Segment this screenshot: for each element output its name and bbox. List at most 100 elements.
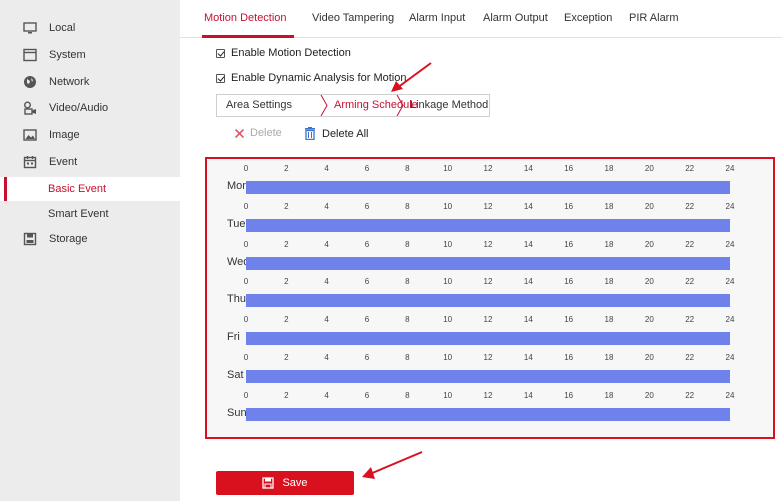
enable-dynamic-analysis-checkbox[interactable]: Enable Dynamic Analysis for Motion	[216, 72, 406, 84]
hour-tick-label: 12	[483, 390, 493, 400]
sidebar-item-local[interactable]: Local	[0, 15, 180, 41]
hour-tick-label: 24	[725, 164, 735, 173]
hour-tick-label: 0	[243, 277, 249, 287]
delete-all-button[interactable]: Delete All	[304, 127, 368, 140]
tab-motion-detection[interactable]: Motion Detection	[204, 12, 287, 24]
hour-tick-label: 18	[604, 164, 614, 173]
schedule-bar-sun[interactable]	[246, 407, 730, 421]
sidebar-item-smart-event[interactable]: Smart Event	[0, 202, 180, 226]
hour-tick-label: 18	[604, 277, 614, 287]
sub-tab-arming-schedule[interactable]: Arming Schedule	[334, 95, 418, 116]
sidebar-item-system[interactable]: System	[0, 42, 180, 68]
hour-tick-label: 16	[564, 201, 574, 211]
hour-tick-label: 18	[604, 390, 614, 400]
hour-tick-label: 6	[364, 390, 370, 400]
hour-tick-label: 14	[523, 201, 533, 211]
sidebar-item-label: Smart Event	[48, 208, 109, 220]
enable-motion-detection-checkbox[interactable]: Enable Motion Detection	[216, 47, 351, 59]
hour-tick-label: 2	[284, 164, 289, 173]
hour-tick-label: 2	[284, 315, 289, 325]
checkbox-checked[interactable]	[216, 48, 225, 58]
save-button[interactable]: Save	[216, 471, 354, 495]
hour-tick-label: 20	[644, 390, 654, 400]
hour-tick-label: 8	[405, 201, 410, 211]
hour-tick-label: 8	[405, 164, 410, 173]
schedule-bar-tue[interactable]	[246, 218, 730, 232]
day-label-fri: Fri	[227, 331, 240, 344]
chevron-divider-icon	[320, 95, 328, 116]
sub-tab-area-settings[interactable]: Area Settings	[226, 95, 292, 116]
hour-tick-label: 6	[364, 239, 370, 249]
schedule-bar-thu[interactable]	[246, 294, 730, 308]
hour-tick-label: 0	[243, 353, 249, 362]
day-label-tue: Tue	[227, 217, 246, 230]
hour-tick-label: 16	[564, 239, 574, 249]
day-label-thu: Thu	[227, 293, 246, 306]
hour-tick-label: 14	[523, 390, 533, 400]
hour-tick-label: 6	[364, 353, 370, 362]
hour-tick-label: 10	[443, 201, 453, 211]
hour-tick-label: 8	[405, 353, 410, 362]
save-label: Save	[282, 477, 308, 489]
hour-tick-label: 0	[243, 164, 249, 173]
hour-tick-label: 2	[284, 390, 289, 400]
delete-label: Delete	[250, 127, 282, 139]
tab-bar: Motion Detection Video Tampering Alarm I…	[180, 0, 782, 38]
hour-tick-label: 24	[725, 201, 735, 211]
tab-alarm-output[interactable]: Alarm Output	[483, 12, 548, 24]
sidebar-item-network[interactable]: Network	[0, 69, 180, 95]
hour-tick-label: 16	[564, 164, 574, 173]
hour-tick-label: 20	[644, 164, 654, 173]
hour-tick-label: 4	[324, 201, 329, 211]
sidebar-item-image[interactable]: Image	[0, 122, 180, 148]
schedule-bar-mon[interactable]	[246, 181, 730, 194]
checkbox-checked[interactable]	[216, 73, 225, 83]
hour-tick-label: 24	[725, 277, 735, 287]
monitor-icon	[23, 21, 37, 35]
hour-tick-label: 18	[604, 315, 614, 325]
image-icon	[23, 128, 37, 142]
hour-tick-label: 0	[243, 239, 249, 249]
sidebar-item-label: Network	[49, 76, 90, 88]
hour-tick-label: 24	[725, 239, 735, 249]
hour-tick-label: 24	[725, 390, 735, 400]
save-disk-icon	[262, 477, 275, 489]
hour-tick-label: 14	[523, 239, 533, 249]
hour-tick-label: 6	[364, 201, 370, 211]
schedule-bar-wed[interactable]	[246, 256, 730, 270]
hour-tick-label: 12	[483, 277, 493, 287]
hour-tick-label: 4	[324, 353, 329, 362]
delete-button[interactable]: Delete	[234, 127, 282, 139]
tab-pir-alarm[interactable]: PIR Alarm	[629, 12, 679, 24]
sidebar-item-storage[interactable]: Storage	[0, 226, 180, 252]
sidebar-item-label: Storage	[49, 233, 88, 245]
hour-tick-label: 18	[604, 201, 614, 211]
hour-tick-label: 14	[523, 164, 533, 173]
hour-tick-label: 4	[324, 239, 329, 249]
hour-tick-label: 18	[604, 239, 614, 249]
schedule-bar-fri[interactable]	[246, 332, 730, 346]
hour-tick-label: 12	[483, 353, 493, 362]
sidebar-item-label: Local	[49, 22, 76, 34]
hour-tick-label: 2	[284, 201, 289, 211]
tab-video-tampering[interactable]: Video Tampering	[312, 12, 394, 24]
delete-all-label: Delete All	[322, 127, 369, 140]
hour-tick-label: 24	[725, 353, 735, 362]
main-panel: Motion Detection Video Tampering Alarm I…	[180, 0, 782, 501]
sidebar-item-video-audio[interactable]: Video/Audio	[0, 95, 180, 121]
hour-tick-label: 20	[644, 353, 654, 362]
hour-tick-label: 22	[685, 277, 695, 287]
hour-tick-label: 18	[604, 353, 614, 362]
schedule-bar-sat[interactable]	[246, 370, 730, 383]
sidebar-item-basic-event[interactable]: Basic Event	[0, 177, 180, 201]
storage-icon	[23, 232, 37, 246]
app-root: Local System Network Video/Audio Image E…	[0, 0, 782, 501]
tab-alarm-input[interactable]: Alarm Input	[409, 12, 465, 24]
hour-tick-label: 20	[644, 315, 654, 325]
hour-tick-label: 10	[443, 164, 453, 173]
sub-tab-linkage-method[interactable]: Linkage Method	[410, 95, 488, 116]
hour-tick-label: 8	[405, 277, 410, 287]
tab-exception[interactable]: Exception	[564, 12, 612, 24]
hour-tick-label: 22	[685, 164, 695, 173]
sidebar-item-event[interactable]: Event	[0, 149, 180, 175]
